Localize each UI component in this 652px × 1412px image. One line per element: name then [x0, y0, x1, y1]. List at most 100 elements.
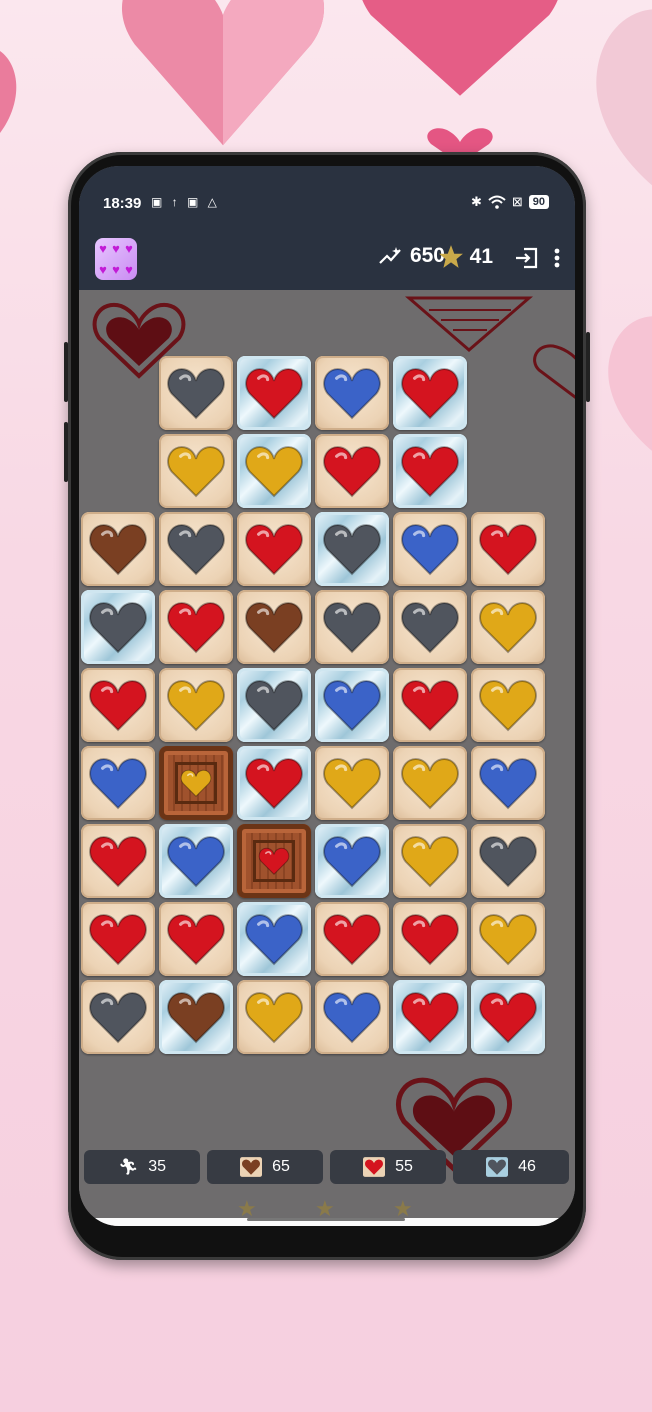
home-indicator[interactable]: [247, 1218, 405, 1221]
board-tile[interactable]: [159, 590, 233, 664]
gold-heart-icon: [180, 769, 212, 797]
board-tile[interactable]: [159, 902, 233, 976]
goal-moves: 🏃︎ 35: [84, 1150, 200, 1184]
board-tile[interactable]: [471, 590, 545, 664]
board-tile[interactable]: [315, 668, 389, 742]
goal-gray-heart: 46: [453, 1150, 569, 1184]
battery-indicator: 90: [528, 195, 549, 209]
board-tile[interactable]: [81, 668, 155, 742]
board-tile[interactable]: [237, 356, 311, 430]
board-tile[interactable]: [159, 980, 233, 1054]
board-tile[interactable]: [393, 668, 467, 742]
goal-brown-heart: 65: [207, 1150, 323, 1184]
board-tile[interactable]: [393, 512, 467, 586]
board-tile[interactable]: [315, 824, 389, 898]
board-tile[interactable]: [315, 746, 389, 820]
hearts-app-icon[interactable]: ♥ ♥ ♥ ♥ ♥ ♥: [95, 238, 137, 280]
red-heart-icon: [167, 914, 225, 966]
board-tile[interactable]: [393, 902, 467, 976]
board-tile[interactable]: [159, 512, 233, 586]
board-tile[interactable]: [471, 668, 545, 742]
red-heart-icon: [245, 758, 303, 810]
board-tile[interactable]: [315, 512, 389, 586]
board-tile[interactable]: [237, 980, 311, 1054]
board-tile[interactable]: [393, 356, 467, 430]
red-heart-icon: [245, 524, 303, 576]
blue-heart-icon: [323, 680, 381, 732]
board-tile[interactable]: [237, 746, 311, 820]
stars-display: 41: [438, 244, 493, 270]
gray-heart-icon: [167, 524, 225, 576]
board-tile[interactable]: [159, 434, 233, 508]
goal-moves-value: 35: [148, 1158, 167, 1175]
board-tile[interactable]: [393, 980, 467, 1054]
board-tile[interactable]: [81, 590, 155, 664]
board-tile[interactable]: [471, 512, 545, 586]
board-tile[interactable]: [315, 902, 389, 976]
exit-icon[interactable]: [513, 244, 541, 272]
board-tile[interactable]: [315, 434, 389, 508]
blue-heart-icon: [89, 758, 147, 810]
gray-heart-icon: [167, 368, 225, 420]
stars-value: 41: [469, 245, 493, 268]
red-heart-icon: [89, 836, 147, 888]
board-tile[interactable]: [81, 512, 155, 586]
red-heart-icon: [479, 524, 537, 576]
gold-heart-icon: [245, 446, 303, 498]
red-heart-icon: [401, 914, 459, 966]
decor-heart-icon: [404, 296, 534, 352]
crate-frame: [175, 762, 217, 804]
status-time: 18:39: [103, 195, 142, 212]
board-tile[interactable]: [393, 434, 467, 508]
board-tile[interactable]: [237, 824, 311, 898]
board-tile[interactable]: [471, 980, 545, 1054]
blue-heart-icon: [245, 914, 303, 966]
board-tile[interactable]: [159, 356, 233, 430]
goal-red-heart: 55: [330, 1150, 446, 1184]
gold-heart-icon: [401, 758, 459, 810]
phone-frame: 18:39 ▣ ↑ ▣ △ ✱ ⊠ 90 ♥ ♥ ♥ ♥ ♥ ♥ 650 41 …: [64, 152, 590, 1260]
gold-heart-icon: [167, 446, 225, 498]
board-tile[interactable]: [237, 512, 311, 586]
board-tile[interactable]: [471, 746, 545, 820]
board-tile[interactable]: [159, 824, 233, 898]
gray-heart-icon: [479, 836, 537, 888]
red-heart-icon: [401, 446, 459, 498]
board-tile[interactable]: [237, 668, 311, 742]
more-options-icon[interactable]: [547, 244, 567, 272]
board-tile[interactable]: [81, 824, 155, 898]
board-tile[interactable]: [81, 902, 155, 976]
red-heart-icon: [323, 446, 381, 498]
board-tile[interactable]: [159, 668, 233, 742]
gray-heart-icon: [89, 992, 147, 1044]
board-tile[interactable]: [237, 590, 311, 664]
board-tile[interactable]: [315, 356, 389, 430]
gray-heart-icon: [245, 680, 303, 732]
board-tile[interactable]: [81, 746, 155, 820]
board-tile[interactable]: [393, 590, 467, 664]
gold-heart-icon: [479, 602, 537, 654]
board-tile[interactable]: [471, 902, 545, 976]
goals-bar: 🏃︎ 35 65 55 46: [79, 1150, 575, 1188]
background-heart-icon: [0, 51, 17, 133]
board-tile[interactable]: [237, 434, 311, 508]
moves-runner-icon: 🏃︎: [117, 1159, 139, 1176]
sim-icon: ⊠: [511, 194, 523, 209]
background-heart-icon: [596, 9, 652, 186]
status-bar: 18:39 ▣ ↑ ▣ △ ✱ ⊠ 90: [79, 166, 575, 236]
board-tile[interactable]: [393, 824, 467, 898]
board-tile[interactable]: [315, 590, 389, 664]
brown-heart-icon: [240, 1157, 263, 1177]
board-tile[interactable]: [159, 746, 233, 820]
board-tile[interactable]: [471, 824, 545, 898]
board-tile[interactable]: [393, 746, 467, 820]
red-heart-icon: [89, 914, 147, 966]
background-heart-icon: [362, 0, 558, 96]
gold-heart-icon: [479, 680, 537, 732]
board-tile[interactable]: [81, 980, 155, 1054]
gold-heart-icon: [167, 680, 225, 732]
background-heart-icon: [608, 316, 652, 451]
sparkle-trend-icon: [379, 247, 401, 264]
board-tile[interactable]: [237, 902, 311, 976]
board-tile[interactable]: [315, 980, 389, 1054]
